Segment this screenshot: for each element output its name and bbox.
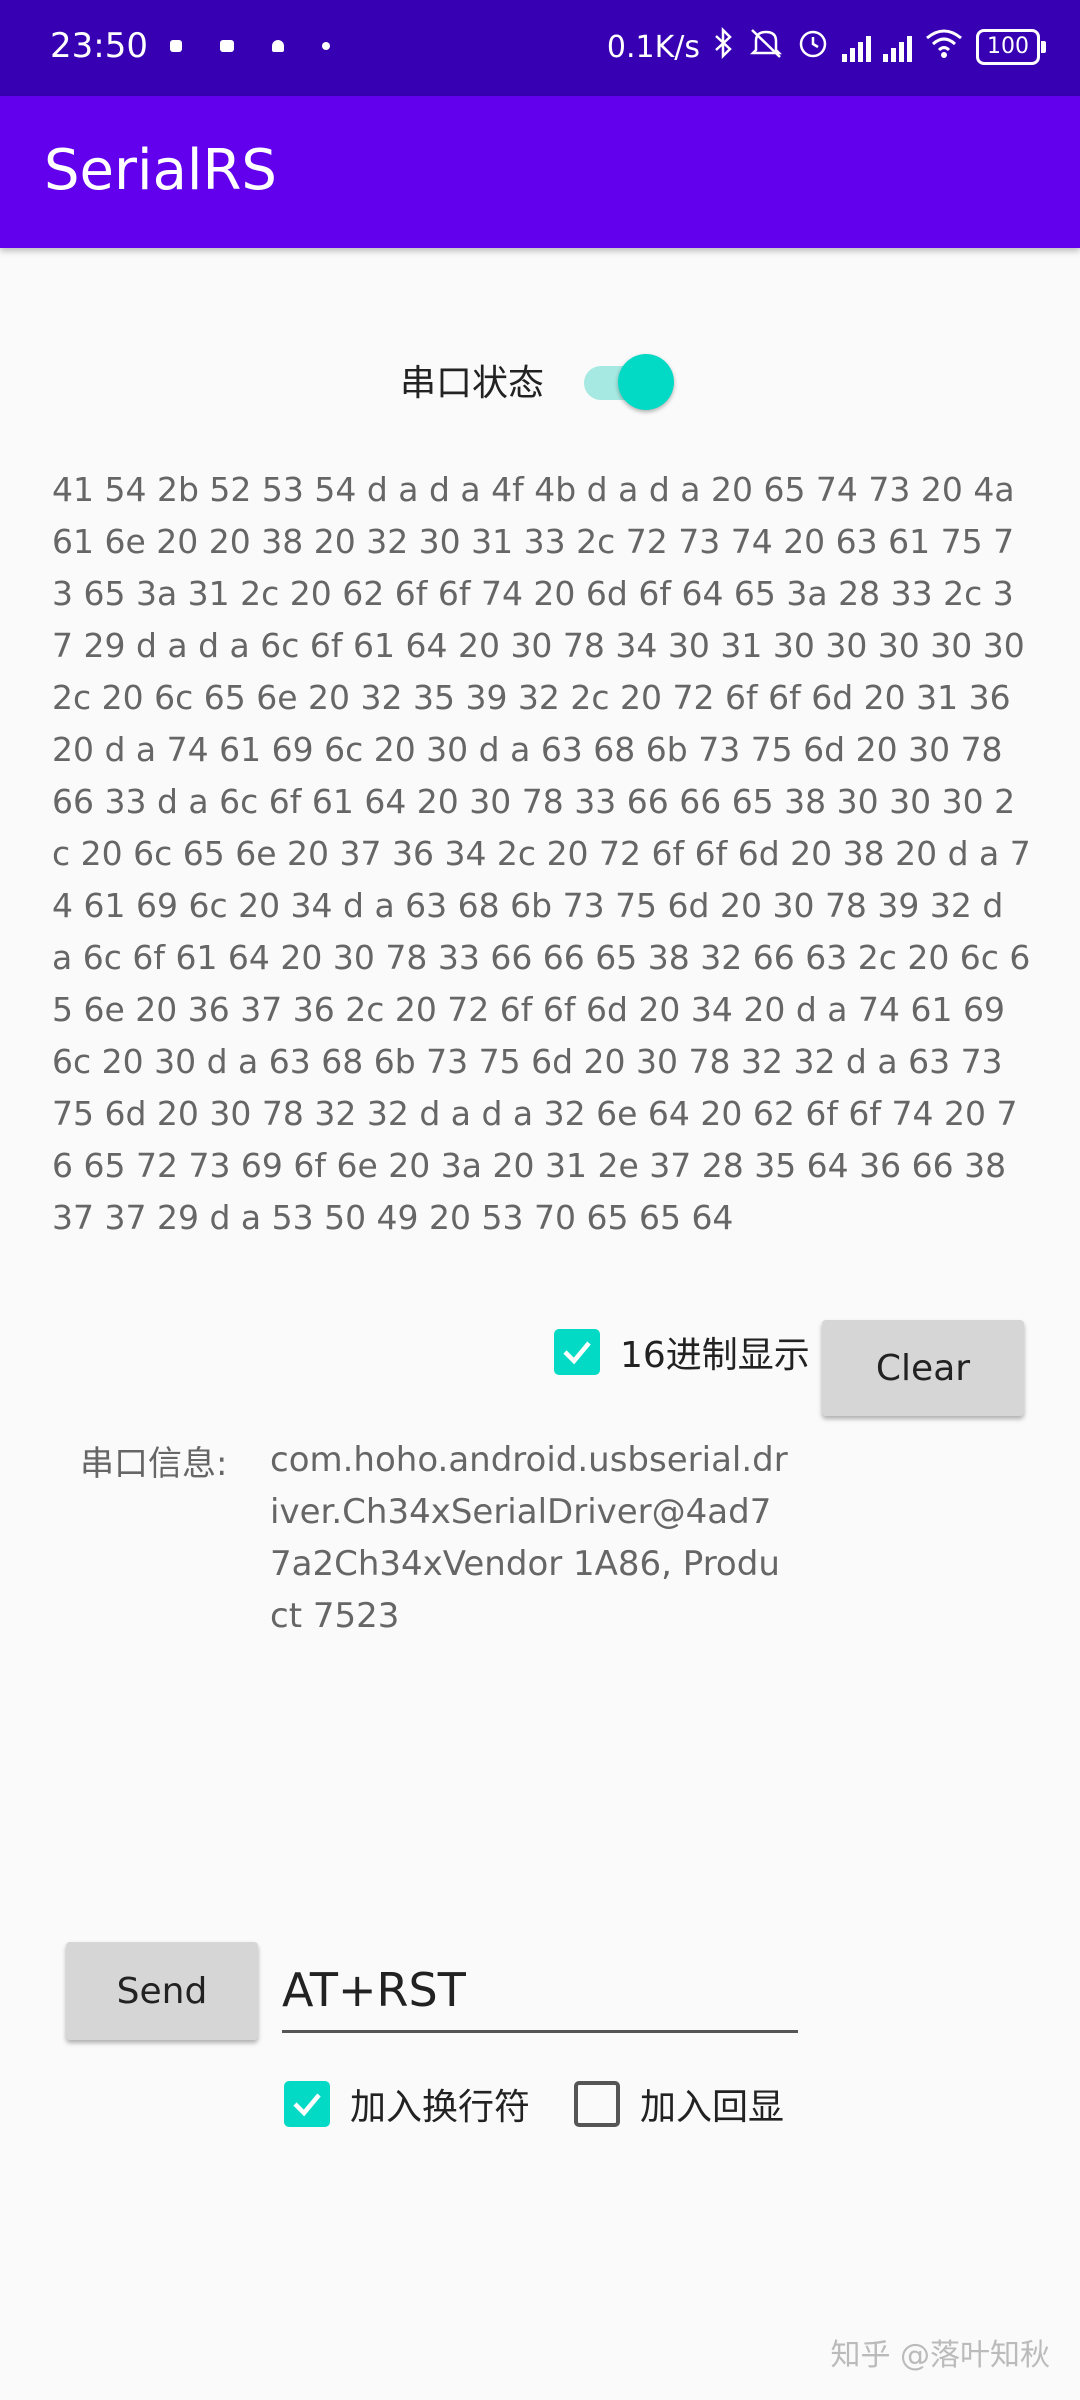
app-title: SerialRS [44, 138, 277, 203]
battery-icon: 100 [976, 29, 1046, 65]
mute-icon [748, 26, 784, 68]
serial-status-row: 串口状态 [0, 346, 1080, 416]
newline-label: 加入换行符 [350, 2087, 531, 2128]
status-time: 23:50 [50, 26, 148, 66]
newline-checkbox[interactable]: 加入换行符 [284, 2078, 530, 2130]
notification-dot-icon [220, 40, 234, 52]
signal-hd-icon [842, 32, 871, 62]
notification-dot-icon [322, 42, 330, 50]
serial-status-label: 串口状态 [400, 363, 545, 404]
status-bar: 23:50 0.1K/s 100 [0, 0, 1080, 96]
echo-label: 加入回显 [640, 2087, 785, 2128]
port-info-label: 串口信息: [80, 1444, 228, 1484]
notification-dot-icon [272, 40, 284, 52]
hex-display-checkbox[interactable]: 16进制显示 [554, 1326, 810, 1378]
echo-checkbox[interactable]: 加入回显 [574, 2078, 784, 2130]
send-button[interactable]: Send [66, 1942, 258, 2040]
app-bar: SerialRS [0, 96, 1080, 248]
bluetooth-icon [712, 26, 736, 67]
checkbox-checked-icon[interactable] [284, 2081, 330, 2127]
network-speed: 0.1K/s [606, 29, 700, 65]
send-input[interactable] [282, 1950, 798, 2033]
clear-button[interactable]: Clear [822, 1320, 1024, 1416]
hex-display-label: 16进制显示 [620, 1335, 810, 1376]
wifi-icon [924, 27, 964, 67]
watermark: 知乎 @落叶知秋 [830, 2338, 1050, 2373]
signal-hd-icon [883, 32, 912, 62]
alarm-icon [796, 26, 830, 68]
checkbox-unchecked-icon[interactable] [574, 2081, 620, 2127]
switch-thumb[interactable] [618, 354, 674, 410]
port-info-value: com.hoho.android.usbserial.driver.Ch34xS… [270, 1440, 788, 1636]
status-icons: 0.1K/s 100 [606, 26, 1046, 68]
checkbox-checked-icon[interactable] [554, 1329, 600, 1375]
notification-dot-icon [170, 40, 182, 52]
serial-output-text: 41 54 2b 52 53 54 d a d a 4f 4b d a d a … [52, 470, 1031, 1237]
